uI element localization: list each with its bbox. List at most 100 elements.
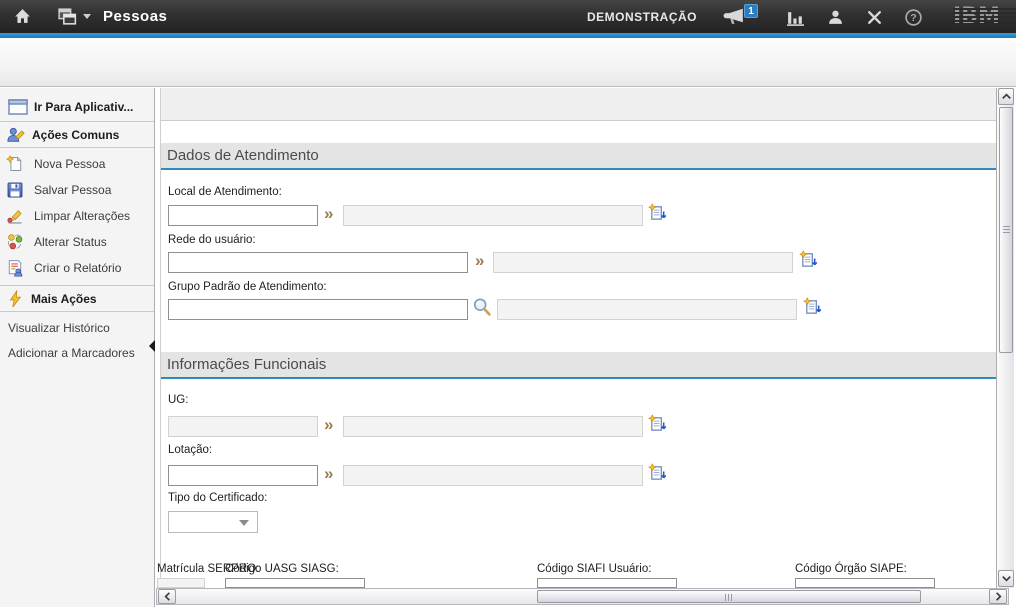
section-header-informacoes-funcionais: Informações Funcionais [161,352,996,379]
chevron-down-icon [83,14,91,19]
codigo-uasg-input[interactable] [225,578,365,588]
sidebar-item-label: Nova Pessoa [34,157,105,171]
toolbar: Localizar: [0,38,1016,87]
field-label-tipo-certificado: Tipo do Certificado: [168,492,267,504]
chevron-up-icon [1000,90,1013,103]
field-label-ug: UG: [168,394,188,406]
change-status-icon [6,233,24,251]
home-icon [13,7,32,26]
section-header-dados-atendimento: Dados de Atendimento [161,143,996,170]
detail-menu-icon [648,203,667,222]
chevrons-icon: » [324,415,333,435]
sidebar-item-label: Criar o Relatório [34,261,121,275]
lotacao-description [343,465,643,486]
ibm-logo: IBM [953,7,1016,27]
sidebar-item-alterar-status[interactable]: Alterar Status [0,229,154,255]
ug-description [343,416,643,437]
grupo-detail-menu-button[interactable] [803,297,822,316]
local-atendimento-input[interactable] [168,205,318,226]
common-actions-title: Ações Comuns [32,128,119,142]
sidebar-item-label: Adicionar a Marcadores [8,346,135,360]
environment-label: DEMONSTRAÇÃO [587,10,697,24]
field-label-lotacao: Lotação: [168,444,212,456]
grupo-padrao-input[interactable] [168,299,468,320]
codigo-orgao-siape-input[interactable] [795,578,935,588]
sidebar-go-to-label: Ir Para Aplicativ... [34,100,133,114]
rede-detail-menu-button[interactable] [799,250,818,269]
top-navigation-bar: Pessoas DEMONSTRAÇÃO 1 IBM [0,0,1016,33]
sidebar-item-label: Salvar Pessoa [34,183,111,197]
ug-detail-menu-button[interactable] [648,414,667,433]
sidebar-item-limpar-alteracoes[interactable]: Limpar Alterações [0,203,154,229]
sidebar-item-visualizar-historico[interactable]: Visualizar Histórico [0,317,154,339]
profile-button[interactable] [827,9,844,26]
scroll-down-button[interactable] [998,570,1014,587]
field-label-codigo-siafi: Código SIAFI Usuário: [537,563,651,575]
rede-usuario-input[interactable] [168,252,468,273]
help-icon [904,8,923,27]
field-label-local: Local de Atendimento: [168,186,282,198]
tipo-certificado-select[interactable] [168,511,258,533]
field-label-codigo-uasg: Código UASG SIASG: [225,563,339,575]
record-header-strip [161,88,996,121]
local-atendimento-description [343,205,643,226]
scroll-thumb-grip [725,594,734,601]
scroll-thumb-grip [1003,226,1010,235]
sidebar-item-label: Limpar Alterações [34,209,130,223]
sidebar-section-common-actions[interactable]: Ações Comuns [0,122,154,147]
grupo-lookup-button[interactable] [472,297,492,317]
lightning-icon [7,290,23,308]
save-icon [6,181,24,199]
chevron-left-icon [161,590,174,603]
reports-button[interactable] [786,10,805,27]
home-button[interactable] [13,7,32,26]
vertical-scroll-thumb[interactable] [999,107,1013,353]
scroll-left-button[interactable] [158,589,176,604]
horizontal-scroll-thumb[interactable] [537,590,921,603]
codigo-siafi-input[interactable] [537,578,677,588]
horizontal-scrollbar[interactable] [156,588,1009,605]
help-button[interactable] [904,8,923,27]
sidebar-item-go-to-applications[interactable]: Ir Para Aplicativ... [0,93,154,121]
bar-chart-icon [786,10,805,27]
chevrons-icon: » [324,464,333,484]
scroll-up-button[interactable] [998,88,1014,105]
chevron-right-icon [992,590,1005,603]
lotacao-input[interactable] [168,465,318,486]
detail-menu-icon [648,414,667,433]
chevron-down-icon [1000,572,1013,585]
windows-icon [57,7,78,26]
grupo-padrao-description [497,299,797,320]
sidebar-section-more-actions[interactable]: Mais Ações [0,286,154,311]
chevrons-icon: » [324,204,333,224]
sidebar-item-criar-relatorio[interactable]: Criar o Relatório [0,255,154,281]
clear-changes-icon [6,207,24,225]
ug-input [168,416,318,437]
logout-button[interactable] [866,9,883,26]
detail-menu-icon [648,463,667,482]
vertical-scrollbar[interactable] [996,88,1014,588]
rede-usuario-description [493,252,793,273]
sidebar: Ir Para Aplicativ... Ações Comuns Nova P… [0,88,155,607]
create-report-icon [6,259,24,277]
sidebar-item-adicionar-marcadores[interactable]: Adicionar a Marcadores [0,342,154,364]
app-menu-button[interactable] [57,7,91,26]
field-label-codigo-orgao-siape: Código Órgão SIAPE: [795,563,907,575]
application-window: Pessoas DEMONSTRAÇÃO 1 IBM Localizar: [0,0,1016,607]
section-title: Dados de Atendimento [167,147,319,164]
sidebar-item-label: Alterar Status [34,235,107,249]
new-document-icon [6,155,24,173]
matricula-serpro-input [157,578,205,588]
scroll-right-button[interactable] [989,589,1007,604]
sidebar-item-nova-pessoa[interactable]: Nova Pessoa [0,151,154,177]
detail-menu-icon [803,297,822,316]
common-actions-icon [6,126,26,144]
section-title: Informações Funcionais [167,356,326,373]
search-icon [472,297,492,317]
sidebar-item-salvar-pessoa[interactable]: Salvar Pessoa [0,177,154,203]
more-actions-title: Mais Ações [31,292,97,306]
notification-badge: 1 [744,4,758,18]
window-app-icon [7,98,29,116]
lotacao-detail-menu-button[interactable] [648,463,667,482]
local-detail-menu-button[interactable] [648,203,667,222]
